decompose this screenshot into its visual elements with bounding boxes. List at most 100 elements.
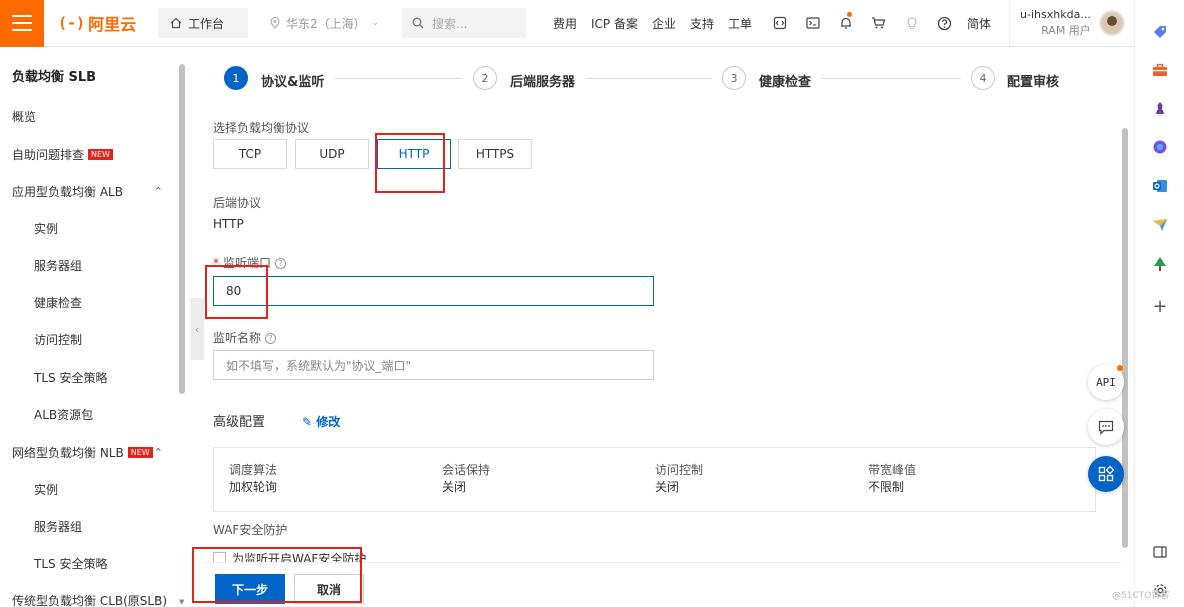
sidebar-item-alb-instances[interactable]: 实例 — [0, 218, 177, 238]
outlook-icon[interactable] — [1150, 176, 1170, 196]
link-icp[interactable]: ICP 备案 — [584, 15, 645, 32]
adv-key: 调度算法 — [229, 463, 278, 477]
send-icon[interactable] — [1150, 215, 1170, 235]
tree-icon[interactable] — [1150, 254, 1170, 274]
edit-icon: ✎ — [302, 415, 313, 429]
link-enterprise[interactable]: 企业 — [645, 15, 683, 32]
sidebar-item-nlb-instances[interactable]: 实例 — [0, 479, 177, 499]
add-icon[interactable]: + — [1150, 296, 1170, 317]
chevron-down-icon: ⌄ — [371, 18, 380, 28]
sidebar-item-label: TLS 安全策略 — [34, 556, 108, 571]
sidebar-item-label: 自助问题排查 — [12, 147, 85, 162]
menu-icon[interactable] — [0, 0, 44, 47]
sidebar-item-label: 概览 — [12, 109, 37, 124]
link-billing[interactable]: 费用 — [546, 15, 584, 32]
waf-title: WAF安全防护 — [213, 523, 288, 537]
toolbox-icon[interactable] — [1150, 60, 1170, 80]
chat-icon — [1098, 420, 1114, 435]
edit-label: 修改 — [316, 415, 341, 429]
sidebar-item-alb-access-control[interactable]: 访问控制 — [0, 329, 177, 349]
top-icons — [763, 0, 961, 47]
link-support[interactable]: 支持 — [683, 15, 721, 32]
step-connector — [586, 78, 712, 79]
link-ticket[interactable]: 工单 — [721, 15, 759, 32]
sidebar-item-self-diagnosis[interactable]: 自助问题排查 NEW — [0, 144, 177, 164]
scroll-down-icon[interactable]: ▼ — [179, 598, 187, 606]
help-icon[interactable]: ? — [275, 258, 287, 269]
chevron-left-icon: ‹ — [194, 322, 200, 336]
sidebar-item-nlb-tls-policy[interactable]: TLS 安全策略 — [0, 553, 177, 573]
sidebar-item-alb-resource-pack[interactable]: ALB资源包 — [0, 404, 177, 424]
region-selector[interactable]: 华东2（上海） ⌄ — [270, 15, 388, 32]
sidebar-item-label: 传统型负载均衡 CLB(原SLB) — [12, 593, 168, 607]
main-content: 1 协议&监听 2 后端服务器 3 健康检查 4 配置审核 选择负载均衡协议 T… — [205, 48, 1121, 607]
step-4-label: 配置审核 — [1007, 75, 1060, 90]
cart-icon[interactable] — [862, 0, 895, 47]
help-icon[interactable]: ? — [265, 333, 277, 344]
right-rail: + — [1134, 0, 1184, 607]
sidebar-group-nlb[interactable]: 网络型负载均衡 NLB NEW ⌃ — [0, 442, 177, 462]
sidebar-item-label: 实例 — [34, 221, 59, 236]
step-1-circle: 1 — [224, 66, 248, 90]
watermark: @51CTO博客 — [1112, 591, 1170, 601]
sidebar-title: 负载均衡 SLB — [12, 70, 97, 85]
avatar[interactable] — [1098, 10, 1125, 36]
new-badge: NEW — [127, 446, 153, 458]
port-value: 80 — [226, 284, 242, 298]
port-label-row: * 监听端口? — [213, 254, 287, 271]
step-3-label: 健康检查 — [759, 75, 812, 90]
user-names: u-ihsxhkda... RAM 用户 — [1020, 7, 1091, 39]
port-input[interactable]: 80 — [213, 276, 654, 306]
sidebar-item-overview[interactable]: 概览 — [0, 106, 177, 126]
bell-icon[interactable] — [829, 0, 862, 47]
protocol-https-button[interactable]: HTTPS — [458, 139, 532, 169]
apps-button[interactable] — [1088, 456, 1124, 492]
tag-icon[interactable] — [1150, 22, 1170, 42]
protocol-http-button[interactable]: HTTP — [377, 139, 451, 169]
code-icon[interactable] — [763, 0, 796, 47]
name-label-row: 监听名称? — [213, 329, 277, 346]
chevron-up-icon: ⌃ — [153, 593, 163, 607]
feedback-button[interactable] — [1088, 409, 1124, 445]
sidebar-item-alb-server-groups[interactable]: 服务器组 — [0, 255, 177, 275]
main-scrollbar[interactable] — [1122, 128, 1128, 548]
cancel-button[interactable]: 取消 — [294, 574, 364, 604]
language-switch[interactable]: 简体 — [967, 15, 1003, 32]
sidebar-item-label: ALB资源包 — [34, 407, 94, 422]
edit-advanced-link[interactable]: ✎ 修改 — [302, 413, 340, 430]
sidebar-item-label: 服务器组 — [34, 519, 83, 534]
sidebar-group-alb[interactable]: 应用型负载均衡 ALB ⌃ — [0, 181, 177, 201]
search-input[interactable]: 搜索... — [402, 8, 526, 38]
protocol-tcp-button[interactable]: TCP — [213, 139, 287, 169]
chevron-up-icon: ⌃ — [153, 184, 163, 198]
listener-name-input[interactable]: 如不填写，系统默认为"协议_端口" — [213, 350, 654, 380]
adv-key: 带宽峰值 — [868, 463, 917, 477]
sidebar-group-clb[interactable]: 传统型负载均衡 CLB(原SLB) ⌃ — [0, 590, 177, 607]
adv-value: 不限制 — [868, 480, 905, 494]
panel-toggle-icon[interactable] — [1150, 542, 1170, 562]
advanced-config-title: 高级配置 — [213, 415, 266, 430]
adv-key: 会话保持 — [442, 463, 491, 477]
next-step-button[interactable]: 下一步 — [215, 574, 285, 604]
aliyun-logo[interactable]: (-) 阿里云 — [58, 11, 150, 35]
search-placeholder: 搜索... — [432, 16, 468, 31]
sidebar-item-alb-tls-policy[interactable]: TLS 安全策略 — [0, 367, 177, 387]
help-icon[interactable] — [928, 0, 961, 47]
step-2-label: 后端服务器 — [510, 75, 576, 90]
api-label: API — [1096, 375, 1116, 389]
api-button[interactable]: API — [1088, 364, 1124, 400]
search-icon — [412, 17, 424, 29]
sidebar-item-nlb-server-groups[interactable]: 服务器组 — [0, 516, 177, 536]
user-menu[interactable]: u-ihsxhkda... RAM 用户 — [1009, 0, 1125, 47]
top-bar: (-) 阿里云 工作台 华东2（上海） ⌄ 搜索... 费用 ICP 备案 企业… — [0, 0, 1134, 47]
top-links: 费用 ICP 备案 企业 支持 工单 — [546, 15, 759, 32]
sidebar-collapse-button[interactable]: ‹ — [190, 298, 204, 360]
lightbulb-icon[interactable] — [895, 0, 928, 47]
workbench-button[interactable]: 工作台 — [158, 8, 248, 38]
sidebar-item-alb-health-check[interactable]: 健康检查 — [0, 292, 177, 312]
terminal-icon[interactable] — [796, 0, 829, 47]
sidebar-scrollbar[interactable] — [179, 64, 185, 394]
protocol-udp-button[interactable]: UDP — [295, 139, 369, 169]
chess-icon[interactable] — [1150, 98, 1170, 118]
copilot-icon[interactable] — [1150, 137, 1170, 157]
